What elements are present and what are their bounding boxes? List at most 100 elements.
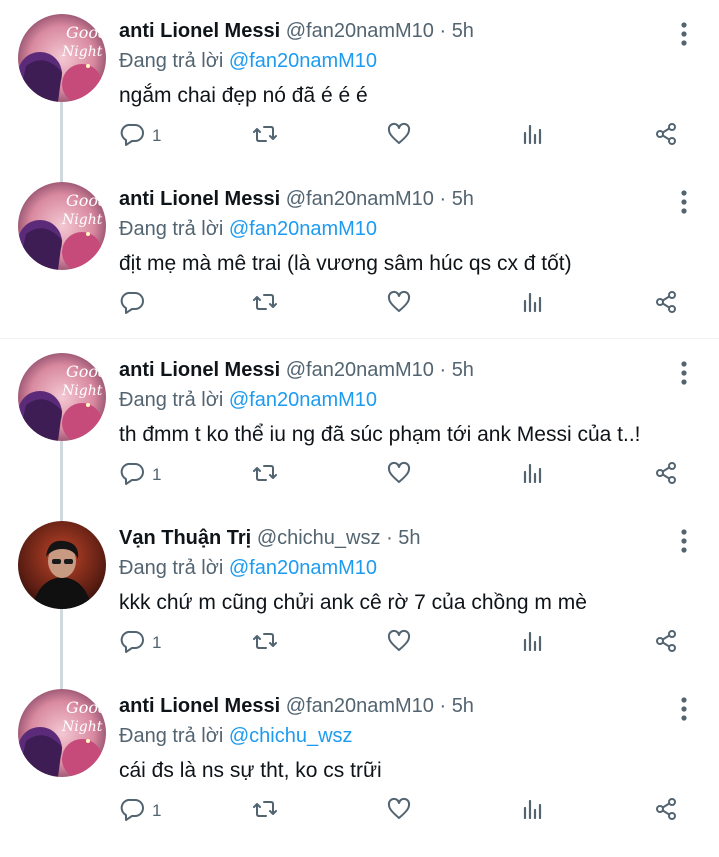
mention-link[interactable]: @chichu_wsz <box>229 725 353 747</box>
display-name[interactable]: anti Lionel Messi <box>119 695 280 717</box>
action-bar: 1 <box>110 118 710 154</box>
retweet-button[interactable] <box>252 793 278 829</box>
reply-button[interactable] <box>120 286 152 322</box>
handle[interactable]: @fan20namM10 <box>286 20 434 42</box>
reply-button[interactable]: 1 <box>120 793 161 829</box>
share-icon <box>653 628 679 659</box>
timestamp[interactable]: 5h <box>452 359 474 381</box>
tweet[interactable]: Vạn Thuận Trị @chichu_wsz · 5h Đang trả … <box>0 507 719 675</box>
mention-link[interactable]: @fan20namM10 <box>229 218 377 240</box>
analytics-button[interactable] <box>520 118 546 154</box>
tweet-text: kkk chứ m cũng chửi ank cê rờ 7 của chồn… <box>119 591 587 614</box>
like-button[interactable] <box>386 457 412 493</box>
timestamp[interactable]: 5h <box>398 527 420 549</box>
display-name[interactable]: anti Lionel Messi <box>119 188 280 210</box>
timestamp[interactable]: 5h <box>452 20 474 42</box>
like-button[interactable] <box>386 286 412 322</box>
handle[interactable]: @fan20namM10 <box>286 695 434 717</box>
analytics-button[interactable] <box>520 457 546 493</box>
svg-text:Night: Night <box>61 44 103 60</box>
more-icon[interactable] <box>670 20 698 48</box>
handle[interactable]: @fan20namM10 <box>286 188 434 210</box>
share-icon <box>653 460 679 491</box>
share-button[interactable] <box>653 793 679 829</box>
action-bar: 1 <box>110 793 710 829</box>
timestamp[interactable]: 5h <box>452 695 474 717</box>
like-icon <box>386 121 412 152</box>
tweet-text: địt mẹ mà mê trai (là vương sâm húc qs c… <box>119 252 572 275</box>
retweet-button[interactable] <box>252 457 278 493</box>
replying-to-label: Đang trả lời <box>119 725 224 747</box>
reply-button[interactable]: 1 <box>120 118 161 154</box>
like-button[interactable] <box>386 625 412 661</box>
like-button[interactable] <box>386 118 412 154</box>
avatar[interactable]: Good Night <box>18 14 106 102</box>
reply-icon <box>120 796 146 827</box>
share-button[interactable] <box>653 457 679 493</box>
more-icon[interactable] <box>670 695 698 723</box>
like-button[interactable] <box>386 793 412 829</box>
handle[interactable]: @chichu_wsz <box>257 527 381 549</box>
analytics-button[interactable] <box>520 625 546 661</box>
share-icon <box>653 796 679 827</box>
more-icon[interactable] <box>670 527 698 555</box>
display-name[interactable]: anti Lionel Messi <box>119 20 280 42</box>
avatar[interactable]: Good Night <box>18 689 106 777</box>
retweet-button[interactable] <box>252 118 278 154</box>
more-icon[interactable] <box>670 359 698 387</box>
reply-button[interactable]: 1 <box>120 457 161 493</box>
like-icon <box>386 460 412 491</box>
tweet[interactable]: Good Night anti Lionel Messi @fan20namM1… <box>0 339 719 507</box>
tweet[interactable]: Good Night anti Lionel Messi @fan20namM1… <box>0 168 719 338</box>
reply-count: 1 <box>152 633 162 652</box>
reply-icon <box>120 628 146 659</box>
analytics-icon <box>520 121 546 152</box>
share-button[interactable] <box>653 625 679 661</box>
thread-line <box>60 168 63 182</box>
analytics-icon <box>520 460 546 491</box>
retweet-button[interactable] <box>252 286 278 322</box>
mention-link[interactable]: @fan20namM10 <box>229 50 377 72</box>
svg-text:Night: Night <box>61 719 103 735</box>
timestamp[interactable]: 5h <box>452 188 474 210</box>
analytics-icon <box>520 628 546 659</box>
tweet-text: th đmm t ko thể iu ng đã súc phạm tới an… <box>119 423 641 446</box>
display-name[interactable]: Vạn Thuận Trị <box>119 527 251 549</box>
analytics-button[interactable] <box>520 286 546 322</box>
tweet[interactable]: Good Night anti Lionel Messi @fan20namM1… <box>0 675 719 857</box>
tweet-text: cái đs là ns sự tht, ko cs trữi <box>119 759 382 782</box>
separator-dot: · <box>386 527 393 549</box>
replying-to-label: Đang trả lời <box>119 50 224 72</box>
replying-to: Đang trả lời @fan20namM10 <box>119 218 377 241</box>
reply-icon <box>120 121 146 152</box>
handle[interactable]: @fan20namM10 <box>286 359 434 381</box>
svg-text:Good: Good <box>66 23 106 42</box>
display-name[interactable]: anti Lionel Messi <box>119 359 280 381</box>
tweet[interactable]: Good Night anti Lionel Messi @fan20namM1… <box>0 0 719 168</box>
reply-button[interactable]: 1 <box>120 625 161 661</box>
avatar[interactable] <box>18 521 106 609</box>
thread-line <box>60 507 63 521</box>
share-button[interactable] <box>653 286 679 322</box>
retweet-icon <box>252 289 278 320</box>
svg-text:Good: Good <box>66 362 106 381</box>
replying-to: Đang trả lời @fan20namM10 <box>119 389 377 412</box>
avatar[interactable]: Good Night <box>18 182 106 270</box>
mention-link[interactable]: @fan20namM10 <box>229 557 377 579</box>
more-icon[interactable] <box>670 188 698 216</box>
replying-to: Đang trả lời @fan20namM10 <box>119 557 377 580</box>
mention-link[interactable]: @fan20namM10 <box>229 389 377 411</box>
replying-to: Đang trả lời @fan20namM10 <box>119 50 377 73</box>
share-button[interactable] <box>653 118 679 154</box>
retweet-icon <box>252 796 278 827</box>
retweet-button[interactable] <box>252 625 278 661</box>
separator-dot: · <box>439 188 447 210</box>
svg-text:Night: Night <box>61 212 103 228</box>
reply-count: 1 <box>152 126 162 145</box>
avatar[interactable]: Good Night <box>18 353 106 441</box>
thread-line <box>60 102 63 168</box>
analytics-button[interactable] <box>520 793 546 829</box>
retweet-icon <box>252 121 278 152</box>
svg-text:Good: Good <box>66 191 106 210</box>
analytics-icon <box>520 796 546 827</box>
